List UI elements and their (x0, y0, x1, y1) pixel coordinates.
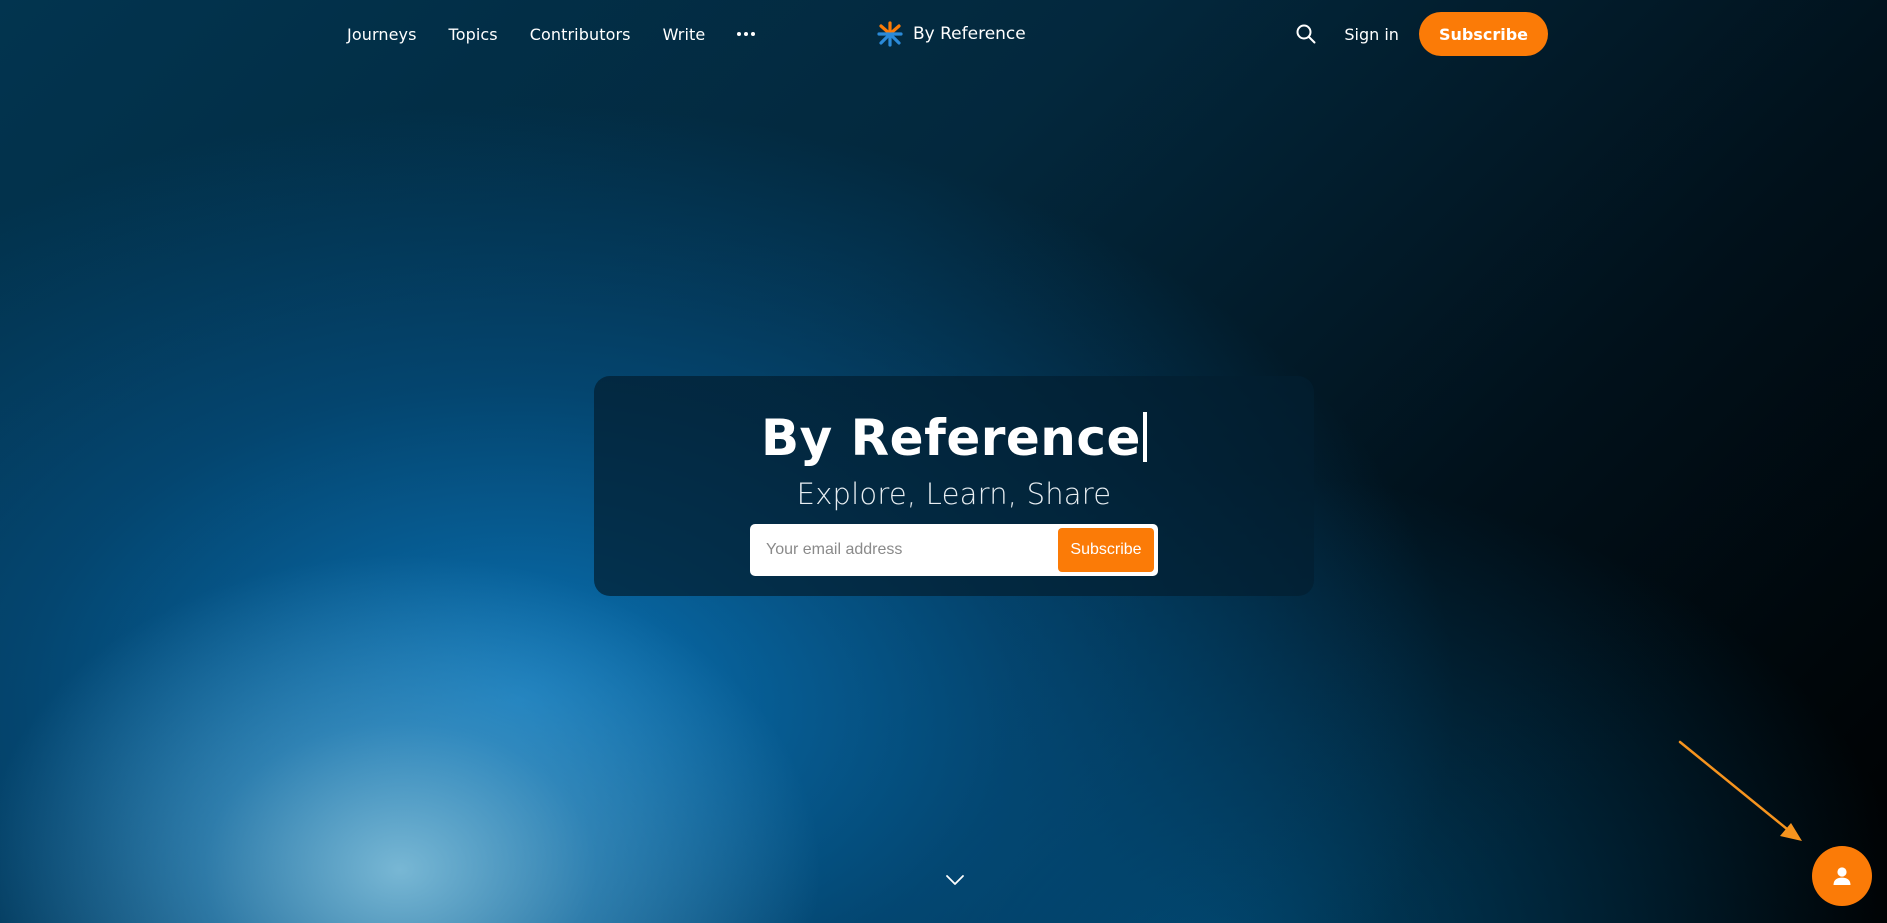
sign-in-link[interactable]: Sign in (1344, 25, 1399, 44)
hero-title: By Reference (594, 406, 1314, 470)
subscribe-form: Subscribe (750, 524, 1158, 576)
nav-link-journeys[interactable]: Journeys (347, 25, 417, 44)
hero-title-text: By Reference (761, 409, 1141, 467)
nav-link-write[interactable]: Write (663, 25, 706, 44)
brand-link[interactable]: By Reference (877, 0, 1026, 68)
nav-link-topics[interactable]: Topics (449, 25, 498, 44)
more-dots-icon[interactable] (737, 26, 756, 42)
nav-link-contributors[interactable]: Contributors (530, 25, 631, 44)
search-icon[interactable] (1294, 22, 1318, 46)
starburst-logo-icon (877, 21, 903, 47)
chevron-down-icon[interactable] (944, 870, 966, 890)
member-portal-button[interactable] (1812, 846, 1872, 906)
annotation-arrow (1678, 740, 1802, 841)
brand-name: By Reference (913, 24, 1026, 44)
email-input[interactable] (750, 524, 1050, 576)
nav-actions: Sign in Subscribe (1294, 0, 1548, 68)
hero-subtitle: Explore, Learn, Share (796, 477, 1112, 511)
primary-nav: Journeys Topics Contributors Write (347, 0, 756, 68)
subscribe-nav-button[interactable]: Subscribe (1418, 12, 1548, 56)
user-icon (1833, 867, 1851, 885)
typing-caret (1142, 412, 1147, 462)
hero-card: By Reference Explore, Learn, Share Subsc… (594, 376, 1314, 596)
subscribe-form-button[interactable]: Subscribe (1058, 528, 1154, 572)
top-navigation: Journeys Topics Contributors Write By Re… (0, 0, 1887, 68)
